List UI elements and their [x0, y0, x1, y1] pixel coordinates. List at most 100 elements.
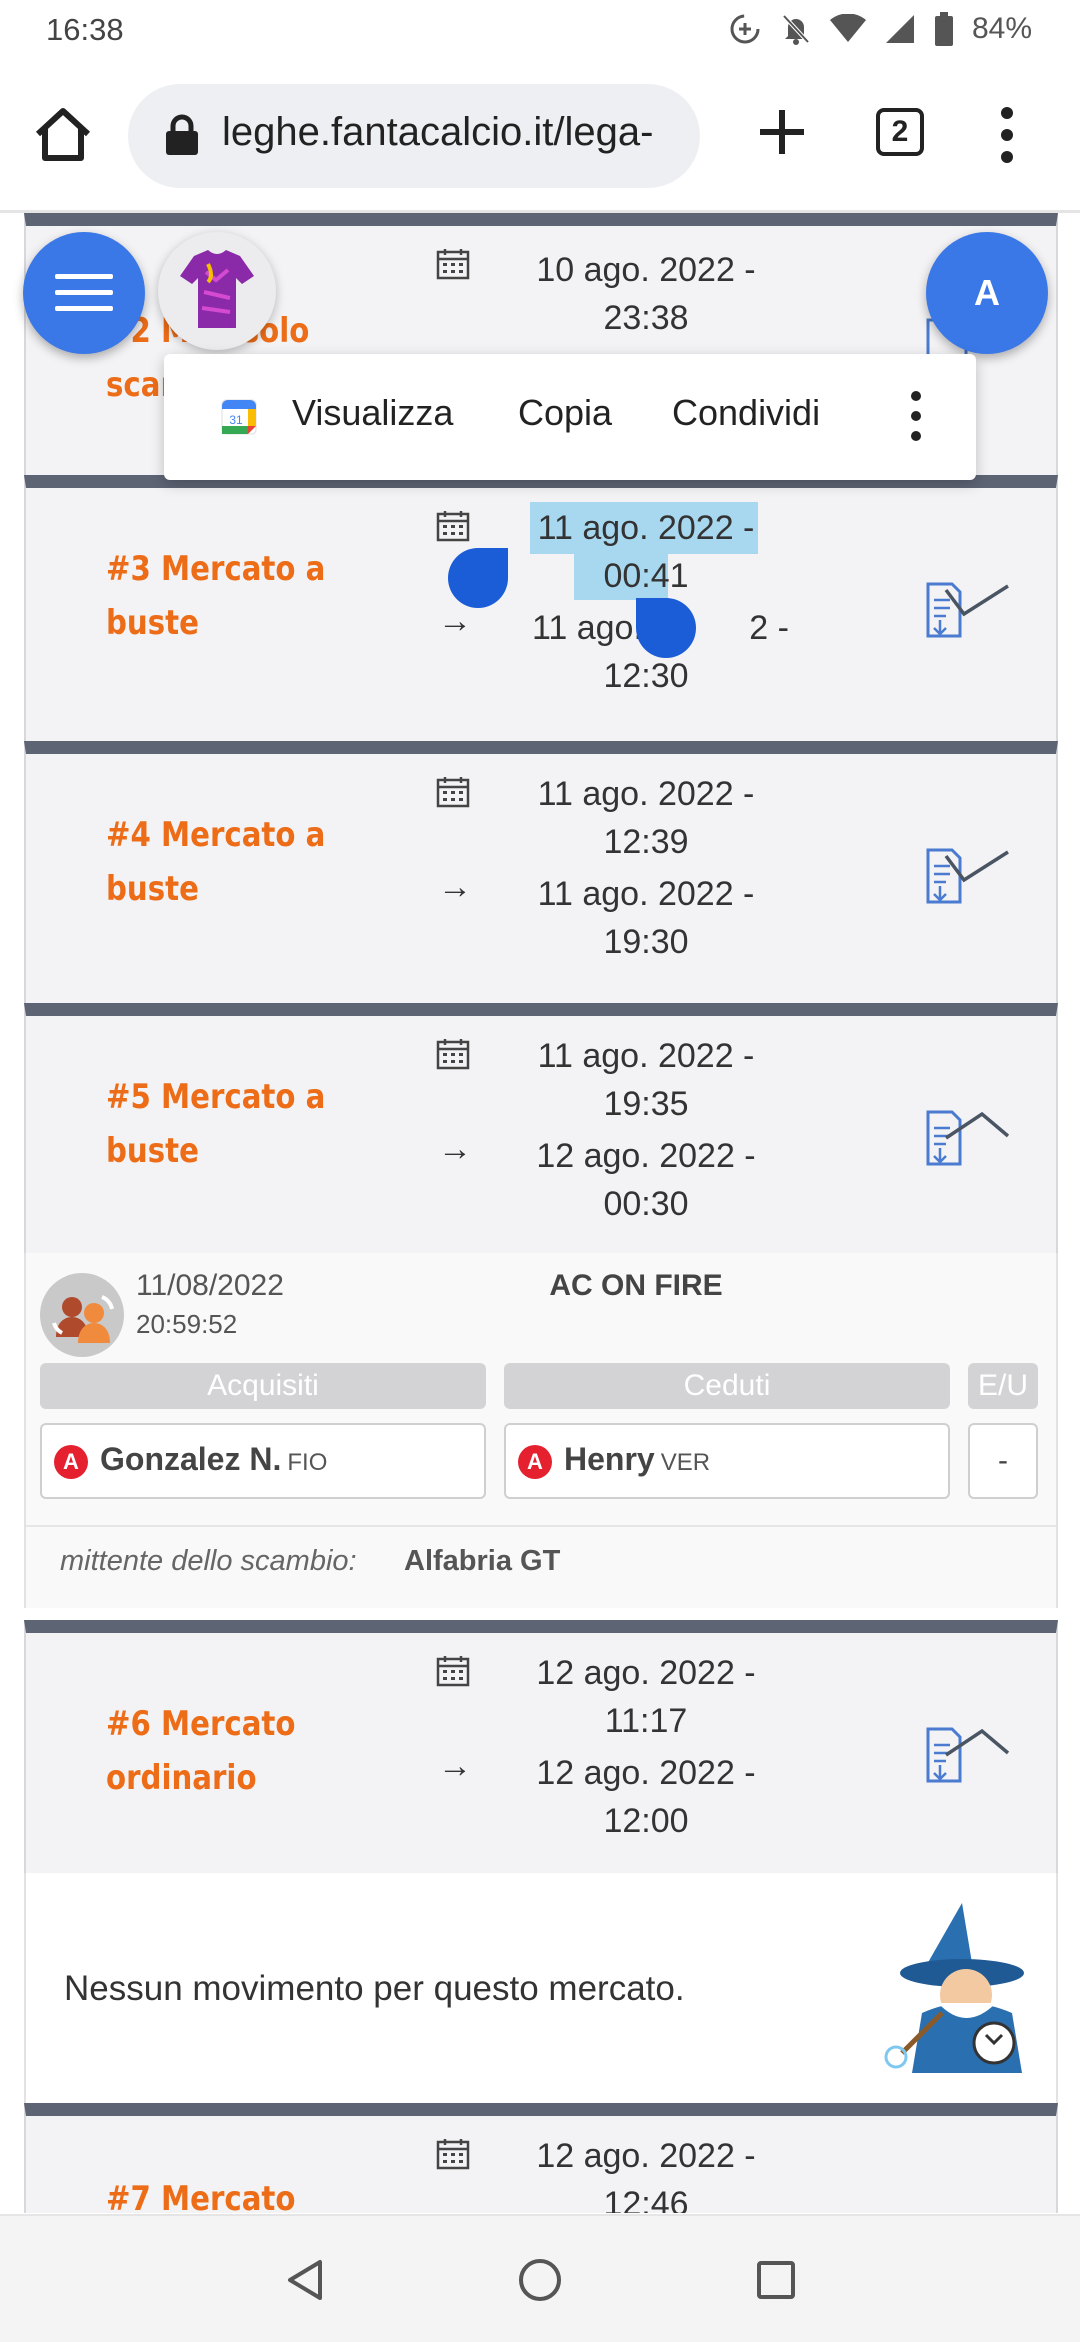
start-time[interactable]: 23:38: [506, 294, 786, 342]
svg-text:31: 31: [229, 413, 243, 427]
market-card[interactable]: #3 Mercato a buste 11 ago. 2022 - 00:41 …: [24, 475, 1058, 741]
jersey-icon: [180, 250, 254, 328]
url-text: leghe.fantacalcio.it/lega-: [222, 110, 654, 154]
signal-icon: [885, 15, 914, 43]
back-icon[interactable]: [282, 2256, 330, 2304]
market-card[interactable]: #4 Mercato a buste 11 ago. 2022 - 12:39 …: [24, 741, 1058, 1003]
start-time[interactable]: 11:17: [506, 1697, 786, 1745]
home-icon[interactable]: [30, 102, 96, 168]
data-saver-icon: [730, 14, 760, 44]
recents-icon[interactable]: [752, 2256, 800, 2304]
calendar-icon: [436, 777, 470, 808]
main-menu-button[interactable]: [23, 232, 145, 354]
browser-menu-icon[interactable]: [992, 102, 1022, 168]
more-options-icon[interactable]: [906, 388, 926, 444]
calendar-icon: [436, 1656, 470, 1687]
calendar-icon: [436, 511, 470, 542]
trade-avatar-icon: [40, 1273, 124, 1357]
wifi-icon: [829, 14, 866, 42]
battery-icon: [934, 12, 953, 46]
start-time[interactable]: 12:39: [506, 818, 786, 866]
calendar-icon: [436, 1039, 470, 1070]
arrow-icon: →: [438, 1747, 472, 1785]
sender-name: Alfabria GT: [404, 1545, 561, 1577]
document-collapse-icon[interactable]: [926, 1725, 1016, 1785]
user-avatar-button[interactable]: A: [926, 232, 1048, 354]
view-menu-item[interactable]: Visualizza: [292, 392, 453, 434]
acquired-player[interactable]: A Gonzalez N. FIO: [40, 1423, 486, 1499]
calendar-icon: [436, 249, 470, 280]
text-selection-menu: 31 Visualizza Copia Condividi: [164, 354, 976, 480]
system-nav-bar: [0, 2214, 1080, 2342]
market-title: #5 Mercato a buste: [106, 1077, 326, 1171]
tab-switcher-button[interactable]: 2: [876, 108, 924, 156]
end-date[interactable]: 12 ago. 2022 -: [506, 1749, 786, 1797]
eu-value-box: -: [968, 1423, 1038, 1499]
bell-off-icon: [782, 14, 810, 45]
role-badge: A: [518, 1445, 552, 1479]
market-title: #6 Mercato ordinario: [106, 1704, 296, 1798]
start-date[interactable]: 12 ago. 2022 -: [506, 2132, 786, 2180]
google-calendar-icon: 31: [221, 399, 257, 435]
wizard-mascot-icon: [884, 1903, 1024, 2073]
end-date[interactable]: 11 ago. 2022 -: [506, 870, 786, 918]
trade-date: 11/08/2022: [136, 1269, 284, 1302]
status-time: 16:38: [46, 12, 124, 47]
team-jersey-avatar[interactable]: [158, 232, 276, 350]
player-team: VER: [660, 1449, 711, 1476]
divider: [26, 1525, 1056, 1527]
start-time[interactable]: 19:35: [506, 1080, 786, 1128]
copy-menu-item[interactable]: Copia: [518, 392, 612, 434]
selection-end-handle[interactable]: [636, 598, 696, 658]
end-time[interactable]: 12:30: [506, 652, 786, 700]
acquired-header: Acquisiti: [40, 1363, 486, 1409]
market-card[interactable]: #5 Mercato a buste 11 ago. 2022 - 19:35 …: [24, 1003, 1058, 1253]
trade-team-name: AC ON FIRE: [549, 1269, 723, 1302]
market-card[interactable]: #7 Mercato 12 ago. 2022 - 12:46: [24, 2103, 1058, 2213]
start-date[interactable]: 11 ago. 2022 -: [506, 504, 786, 552]
share-menu-item[interactable]: Condividi: [672, 392, 820, 434]
address-bar[interactable]: leghe.fantacalcio.it/lega-: [128, 84, 700, 188]
end-time[interactable]: 19:30: [506, 918, 786, 966]
market-title: #3 Mercato a buste: [106, 549, 326, 643]
arrow-icon: →: [438, 1130, 472, 1168]
sold-header: Ceduti: [504, 1363, 950, 1409]
empty-message: Nessun movimento per questo mercato.: [64, 1969, 685, 2008]
market-title: #4 Mercato a buste: [106, 815, 326, 909]
start-time[interactable]: 00:41: [506, 552, 786, 600]
sender-label: mittente dello scambio:: [60, 1545, 357, 1577]
end-time[interactable]: 12:00: [506, 1797, 786, 1845]
start-date[interactable]: 10 ago. 2022 -: [506, 246, 786, 294]
end-time[interactable]: 00:30: [506, 1180, 786, 1228]
lock-icon: [166, 114, 198, 155]
selection-start-handle[interactable]: [448, 548, 508, 608]
start-time[interactable]: 12:46: [506, 2180, 786, 2213]
market-card[interactable]: #6 Mercato ordinario 12 ago. 2022 - 11:1…: [24, 1620, 1058, 1873]
empty-state: Nessun movimento per questo mercato.: [24, 1873, 1058, 2103]
end-date[interactable]: 12 ago. 2022 -: [506, 1132, 786, 1180]
arrow-icon: →: [438, 602, 472, 640]
trade-time: 20:59:52: [136, 1309, 238, 1339]
arrow-icon: →: [438, 868, 472, 906]
new-tab-icon[interactable]: [752, 102, 812, 162]
player-team: FIO: [287, 1449, 328, 1476]
status-bar: 16:38 84%: [0, 0, 1080, 66]
eu-header: E/U: [968, 1363, 1038, 1409]
browser-toolbar: leghe.fantacalcio.it/lega- 2: [0, 66, 1080, 213]
start-date[interactable]: 12 ago. 2022 -: [506, 1649, 786, 1697]
document-check-icon[interactable]: [926, 580, 1016, 640]
start-date[interactable]: 11 ago. 2022 -: [506, 770, 786, 818]
status-icons: 84%: [728, 12, 1032, 46]
document-check-icon[interactable]: [926, 846, 1016, 906]
trade-details: 11/08/2022 20:59:52 AC ON FIRE Acquisiti…: [24, 1253, 1058, 1608]
player-name: Henry VER: [564, 1441, 711, 1477]
sold-player[interactable]: A Henry VER: [504, 1423, 950, 1499]
page-content: #2 Msolo scam 10 ago. 2022 - 23:38 #3 Me…: [0, 213, 1080, 2213]
player-name: Gonzalez N. FIO: [100, 1441, 328, 1477]
home-nav-icon[interactable]: [516, 2256, 564, 2304]
calendar-icon: [436, 2139, 470, 2170]
start-date[interactable]: 11 ago. 2022 -: [506, 1032, 786, 1080]
role-badge: A: [54, 1445, 88, 1479]
market-title: #7 Mercato: [106, 2179, 296, 2213]
document-collapse-icon[interactable]: [926, 1108, 1016, 1168]
